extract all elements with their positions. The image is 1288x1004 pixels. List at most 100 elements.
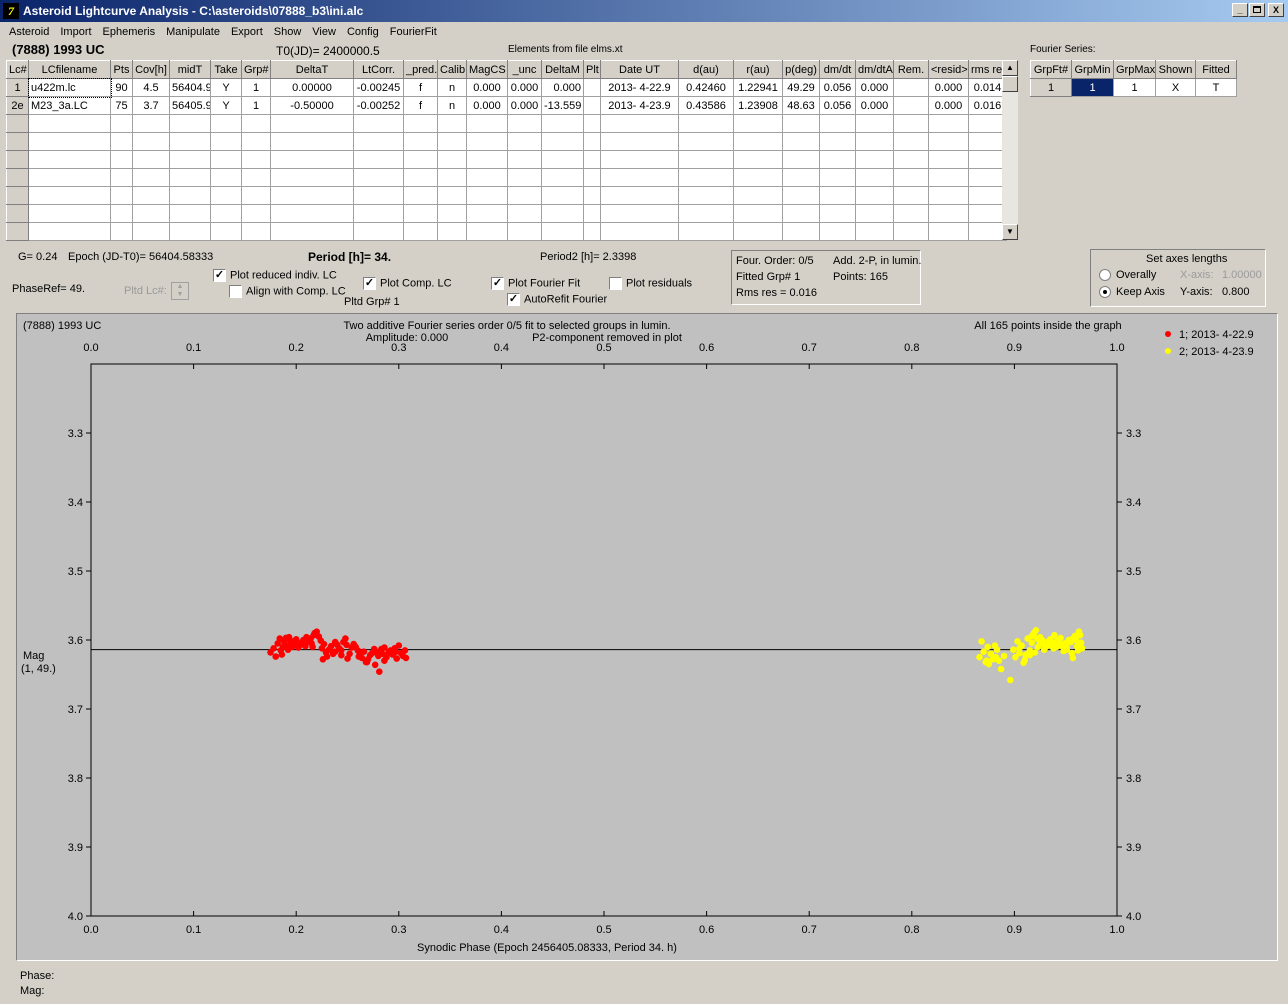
table-cell[interactable] xyxy=(678,150,734,169)
column-header[interactable]: rms res xyxy=(968,60,1007,79)
autorefit-checkbox[interactable]: ✓ AutoRefit Fourier xyxy=(507,293,607,306)
table-cell[interactable] xyxy=(893,168,929,187)
table-cell[interactable] xyxy=(600,114,679,133)
table-cell[interactable] xyxy=(110,222,133,241)
table-cell[interactable] xyxy=(169,168,211,187)
empty-row[interactable] xyxy=(6,186,1007,205)
table-cell[interactable] xyxy=(583,222,601,241)
table-cell[interactable]: u422m.lc xyxy=(27,77,112,98)
plot-panel[interactable]: (7888) 1993 UC Two additive Fourier seri… xyxy=(16,313,1278,961)
row-header[interactable] xyxy=(6,168,29,187)
table-cell[interactable] xyxy=(819,222,856,241)
table-cell[interactable]: 0.000 xyxy=(507,78,542,97)
table-cell[interactable] xyxy=(893,132,929,151)
table-cell[interactable] xyxy=(353,150,404,169)
menu-export[interactable]: Export xyxy=(226,26,269,38)
table-cell[interactable] xyxy=(132,114,170,133)
scroll-down-icon[interactable]: ▼ xyxy=(1002,224,1018,240)
maximize-button[interactable] xyxy=(1249,3,1265,17)
table-cell[interactable] xyxy=(541,114,584,133)
column-header[interactable]: Pts xyxy=(110,60,133,79)
column-header[interactable]: Calib. xyxy=(437,60,467,79)
column-header[interactable]: Lc# xyxy=(6,60,29,79)
keep-axis-radio[interactable]: Keep Axis xyxy=(1099,286,1165,299)
table-cell[interactable]: Y xyxy=(210,96,242,115)
table-cell[interactable] xyxy=(132,150,170,169)
table-cell[interactable] xyxy=(169,204,211,223)
table-cell[interactable]: 0.000 xyxy=(466,96,508,115)
table-cell[interactable] xyxy=(855,222,894,241)
table-cell[interactable]: 0.014 xyxy=(968,78,1007,97)
lightcurve-table[interactable]: Lc# LCfilename Pts Cov[h] midT Take Grp# DeltaT… xyxy=(6,60,1007,241)
table-cell[interactable] xyxy=(466,222,508,241)
table-cell[interactable] xyxy=(893,222,929,241)
table-cell[interactable]: 0.000 xyxy=(466,78,508,97)
table-cell[interactable] xyxy=(270,150,354,169)
empty-row[interactable] xyxy=(6,204,1007,223)
table-cell[interactable] xyxy=(353,186,404,205)
table-cell[interactable] xyxy=(968,132,1007,151)
table-cell[interactable] xyxy=(928,150,969,169)
table-cell[interactable] xyxy=(968,168,1007,187)
table-cell[interactable] xyxy=(466,150,508,169)
table-cell[interactable] xyxy=(110,132,133,151)
table-cell[interactable] xyxy=(819,132,856,151)
table-cell[interactable] xyxy=(678,132,734,151)
table-cell[interactable] xyxy=(270,204,354,223)
scroll-thumb[interactable] xyxy=(1002,76,1018,92)
empty-row[interactable] xyxy=(6,114,1007,133)
menu-show[interactable]: Show xyxy=(269,26,308,38)
column-header[interactable]: Grp# xyxy=(241,60,271,79)
column-header[interactable]: <resid> xyxy=(928,60,969,79)
table-cell[interactable] xyxy=(928,204,969,223)
table-cell[interactable] xyxy=(782,114,820,133)
table-cell[interactable] xyxy=(110,186,133,205)
table-cell[interactable] xyxy=(928,168,969,187)
table-cell[interactable]: f xyxy=(403,78,438,97)
table-cell[interactable] xyxy=(110,114,133,133)
table-cell[interactable] xyxy=(437,150,467,169)
table-cell[interactable] xyxy=(819,168,856,187)
table-cell[interactable] xyxy=(893,150,929,169)
plot-reduced-checkbox[interactable]: ✓ Plot reduced indiv. LC xyxy=(213,269,337,282)
menu-view[interactable]: View xyxy=(307,26,342,38)
fourier-cell-fitted[interactable]: T xyxy=(1195,78,1237,97)
table-cell[interactable] xyxy=(466,132,508,151)
overally-radio[interactable]: Overally xyxy=(1099,269,1156,282)
table-cell[interactable] xyxy=(968,204,1007,223)
table-cell[interactable] xyxy=(893,204,929,223)
table-cell[interactable] xyxy=(353,132,404,151)
table-cell[interactable] xyxy=(583,168,601,187)
table-cell[interactable]: 0.000 xyxy=(928,78,969,97)
column-header[interactable]: Cov[h] xyxy=(132,60,170,79)
table-cell[interactable] xyxy=(507,222,542,241)
lightcurve-plot[interactable]: (7888) 1993 UC Two additive Fourier seri… xyxy=(17,314,1277,960)
table-cell[interactable] xyxy=(583,96,601,115)
empty-row[interactable] xyxy=(6,222,1007,241)
table-cell[interactable] xyxy=(968,186,1007,205)
table-cell[interactable] xyxy=(210,150,242,169)
pltd-lc-spinner[interactable]: ▲ ▼ xyxy=(171,282,189,300)
overally-radio-dot[interactable] xyxy=(1099,269,1111,282)
table-cell[interactable] xyxy=(169,114,211,133)
table-cell[interactable] xyxy=(928,132,969,151)
table-cell[interactable] xyxy=(353,114,404,133)
table-cell[interactable] xyxy=(403,132,438,151)
table-cell[interactable] xyxy=(541,186,584,205)
table-cell[interactable] xyxy=(782,222,820,241)
table-cell[interactable] xyxy=(241,186,271,205)
table-cell[interactable] xyxy=(855,114,894,133)
scroll-up-icon[interactable]: ▲ xyxy=(1002,60,1018,76)
column-header[interactable]: Date UT xyxy=(600,60,679,79)
table-cell[interactable] xyxy=(270,114,354,133)
table-cell[interactable] xyxy=(132,186,170,205)
table-cell[interactable] xyxy=(28,222,111,241)
table-cell[interactable]: -13.559 xyxy=(541,96,584,115)
column-header[interactable]: DeltaT xyxy=(270,60,354,79)
table-cell[interactable] xyxy=(241,150,271,169)
table-cell[interactable] xyxy=(466,114,508,133)
column-header[interactable]: LtCorr. xyxy=(353,60,404,79)
table-cell[interactable] xyxy=(678,204,734,223)
column-header[interactable]: LCfilename xyxy=(28,60,111,79)
table-cell[interactable] xyxy=(437,114,467,133)
